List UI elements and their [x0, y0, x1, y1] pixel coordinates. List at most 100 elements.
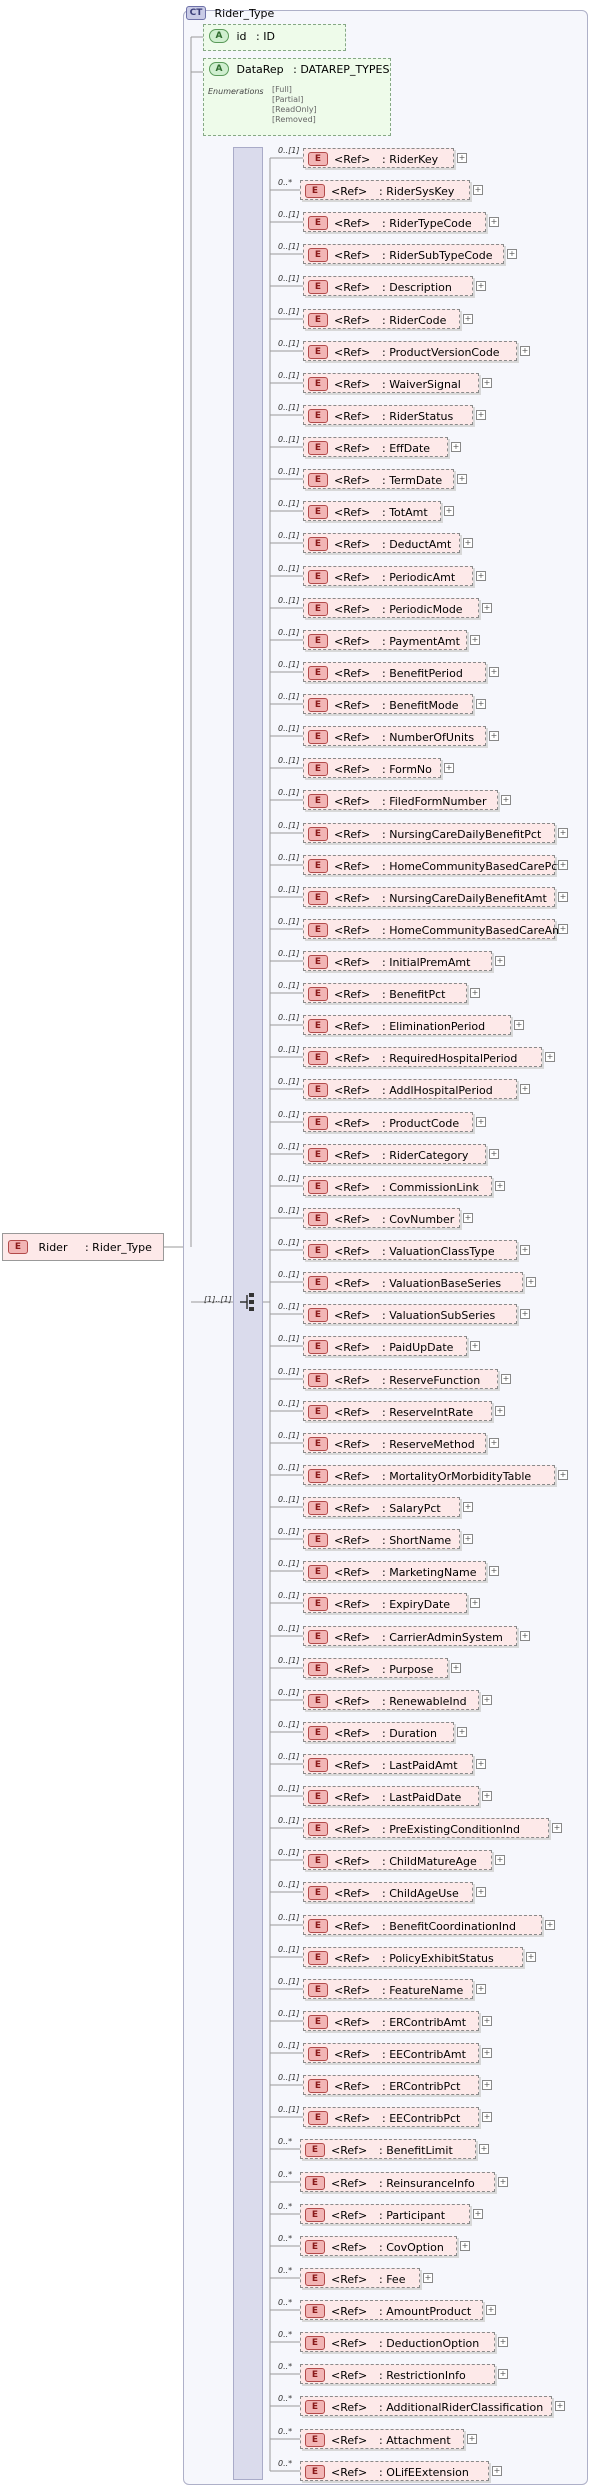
attribute-id[interactable]: A id : ID — [203, 24, 346, 51]
element-ref-card[interactable]: E <Ref>: ValuationClassType — [303, 1240, 517, 1260]
expand-icon[interactable]: + — [558, 828, 568, 838]
expand-icon[interactable]: + — [482, 378, 492, 388]
expand-icon[interactable]: + — [489, 1438, 499, 1448]
expand-icon[interactable]: + — [476, 699, 486, 709]
expand-icon[interactable]: + — [476, 1759, 486, 1769]
element-ref-card[interactable]: E <Ref>: ERContribPct — [303, 2075, 479, 2095]
element-ref-card[interactable]: E <Ref>: ShortName — [303, 1529, 460, 1549]
expand-icon[interactable]: + — [555, 2401, 565, 2411]
expand-icon[interactable]: + — [489, 731, 499, 741]
expand-icon[interactable]: + — [463, 314, 473, 324]
element-ref-card[interactable]: E <Ref>: ReinsuranceInfo — [300, 2172, 499, 2196]
expand-icon[interactable]: + — [451, 1663, 461, 1673]
element-ref-card[interactable]: E <Ref>: NumberOfUnits — [303, 726, 486, 746]
expand-icon[interactable]: + — [558, 1470, 568, 1480]
element-ref-card[interactable]: E <Ref>: HomeCommunityBasedCareAmt — [303, 919, 567, 939]
element-ref-card[interactable]: E <Ref>: ChildAgeUse — [303, 1882, 473, 1902]
expand-icon[interactable]: + — [457, 474, 467, 484]
expand-icon[interactable]: + — [498, 2337, 508, 2347]
element-ref-card[interactable]: E <Ref>: CovNumber — [303, 1208, 460, 1228]
element-ref-card[interactable]: E <Ref>: BenefitPct — [303, 983, 467, 1003]
expand-icon[interactable]: + — [501, 1374, 511, 1384]
expand-icon[interactable]: + — [476, 571, 486, 581]
element-ref-card[interactable]: E <Ref>: BenefitLimit — [300, 2139, 480, 2163]
expand-icon[interactable]: + — [482, 1695, 492, 1705]
element-ref-card[interactable]: E <Ref>: RestrictionInfo — [300, 2364, 499, 2388]
expand-icon[interactable]: + — [473, 185, 483, 195]
expand-icon[interactable]: + — [460, 2241, 470, 2251]
expand-icon[interactable]: + — [495, 956, 505, 966]
expand-icon[interactable]: + — [520, 1309, 530, 1319]
element-ref-card[interactable]: E <Ref>: RiderKey — [303, 148, 454, 168]
element-ref-card[interactable]: E <Ref>: BenefitMode — [303, 694, 473, 714]
element-ref-card[interactable]: E <Ref>: PreExistingConditionInd — [303, 1818, 549, 1838]
element-ref-card[interactable]: E <Ref>: Participant — [300, 2204, 474, 2228]
expand-icon[interactable]: + — [498, 2177, 508, 2187]
expand-icon[interactable]: + — [457, 153, 467, 163]
expand-icon[interactable]: + — [467, 2434, 477, 2444]
expand-icon[interactable]: + — [489, 667, 499, 677]
element-ref-card[interactable]: E <Ref>: ERContribAmt — [303, 2011, 479, 2031]
element-ref-card[interactable]: E <Ref>: FormNo — [303, 758, 441, 778]
expand-icon[interactable]: + — [463, 1534, 473, 1544]
expand-icon[interactable]: + — [545, 1052, 555, 1062]
expand-icon[interactable]: + — [482, 2048, 492, 2058]
expand-icon[interactable]: + — [520, 346, 530, 356]
element-ref-card[interactable]: E <Ref>: ChildMatureAge — [303, 1850, 492, 1870]
expand-icon[interactable]: + — [476, 1984, 486, 1994]
expand-icon[interactable]: + — [520, 1245, 530, 1255]
expand-icon[interactable]: + — [495, 1855, 505, 1865]
expand-icon[interactable]: + — [470, 1341, 480, 1351]
element-ref-card[interactable]: E <Ref>: LastPaidDate — [303, 1786, 479, 1806]
expand-icon[interactable]: + — [482, 2080, 492, 2090]
expand-icon[interactable]: + — [501, 795, 511, 805]
element-ref-card[interactable]: E <Ref>: RequiredHospitalPeriod — [303, 1047, 542, 1067]
expand-icon[interactable]: + — [520, 1631, 530, 1641]
sequence-icon[interactable] — [238, 1292, 258, 1312]
expand-icon[interactable]: + — [457, 1727, 467, 1737]
element-ref-card[interactable]: E <Ref>: RiderSubTypeCode — [303, 244, 504, 264]
element-ref-card[interactable]: E <Ref>: DeductionOption — [300, 2332, 499, 2356]
expand-icon[interactable]: + — [526, 1277, 536, 1287]
expand-icon[interactable]: + — [489, 217, 499, 227]
element-ref-card[interactable]: E <Ref>: TotAmt — [303, 501, 441, 521]
expand-icon[interactable]: + — [444, 506, 454, 516]
expand-icon[interactable]: + — [444, 763, 454, 773]
element-ref-card[interactable]: E <Ref>: Description — [303, 276, 473, 296]
element-ref-card[interactable]: E <Ref>: ExpiryDate — [303, 1593, 467, 1613]
expand-icon[interactable]: + — [476, 410, 486, 420]
expand-icon[interactable]: + — [479, 2144, 489, 2154]
expand-icon[interactable]: + — [470, 988, 480, 998]
element-ref-card[interactable]: E <Ref>: ValuationSubSeries — [303, 1304, 517, 1324]
element-ref-card[interactable]: E <Ref>: CommissionLink — [303, 1176, 492, 1196]
element-ref-card[interactable]: E <Ref>: AmountProduct — [300, 2300, 487, 2324]
element-ref-card[interactable]: E <Ref>: RiderCode — [303, 309, 460, 329]
element-ref-card[interactable]: E <Ref>: Attachment — [300, 2429, 468, 2453]
expand-icon[interactable]: + — [463, 1502, 473, 1512]
expand-icon[interactable]: + — [451, 442, 461, 452]
element-ref-card[interactable]: E <Ref>: RiderStatus — [303, 405, 473, 425]
element-ref-card[interactable]: E <Ref>: Purpose — [303, 1658, 448, 1678]
expand-icon[interactable]: + — [495, 1406, 505, 1416]
element-ref-card[interactable]: E <Ref>: OLifEExtension — [300, 2461, 493, 2485]
element-ref-card[interactable]: E <Ref>: EEContribAmt — [303, 2043, 479, 2063]
element-ref-card[interactable]: E <Ref>: NursingCareDailyBenefitAmt — [303, 887, 555, 907]
element-ref-card[interactable]: E <Ref>: PolicyExhibitStatus — [303, 1947, 523, 1967]
expand-icon[interactable]: + — [473, 2209, 483, 2219]
element-ref-card[interactable]: E <Ref>: FiledFormNumber — [303, 790, 498, 810]
expand-icon[interactable]: + — [526, 1952, 536, 1962]
element-ref-card[interactable]: E <Ref>: EEContribPct — [303, 2107, 479, 2127]
expand-icon[interactable]: + — [558, 924, 568, 934]
expand-icon[interactable]: + — [470, 1598, 480, 1608]
element-ref-card[interactable]: E <Ref>: MortalityOrMorbidityTable — [303, 1465, 555, 1485]
element-ref-card[interactable]: E <Ref>: WaiverSignal — [303, 373, 479, 393]
element-ref-card[interactable]: E <Ref>: EliminationPeriod — [303, 1015, 511, 1035]
element-ref-card[interactable]: E <Ref>: BenefitPeriod — [303, 662, 486, 682]
expand-icon[interactable]: + — [558, 860, 568, 870]
expand-icon[interactable]: + — [558, 892, 568, 902]
expand-icon[interactable]: + — [463, 1213, 473, 1223]
expand-icon[interactable]: + — [489, 1149, 499, 1159]
expand-icon[interactable]: + — [498, 2369, 508, 2379]
expand-icon[interactable]: + — [507, 249, 517, 259]
expand-icon[interactable]: + — [482, 2016, 492, 2026]
